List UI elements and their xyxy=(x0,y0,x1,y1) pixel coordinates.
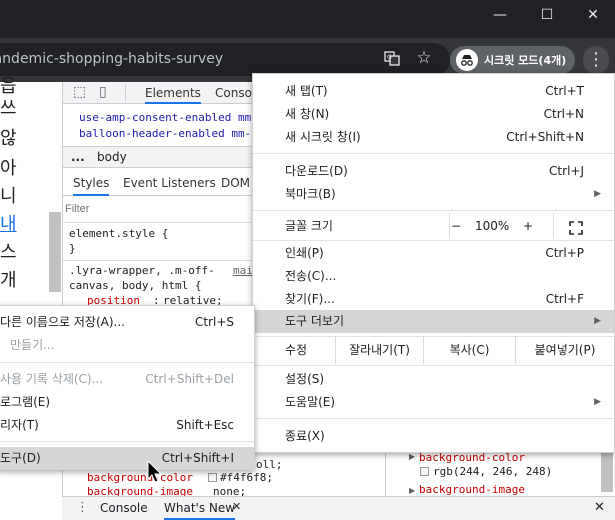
incognito-indicator[interactable]: 시크릿 모드(4개) xyxy=(450,46,575,74)
computed-property[interactable]: background-image xyxy=(419,482,525,497)
tab-styles[interactable]: Styles xyxy=(73,170,110,196)
zoom-level: 100% xyxy=(475,219,510,233)
menu-item-new-tab[interactable]: 새 탭(T) Ctrl+T xyxy=(253,80,614,103)
close-window-button[interactable]: ✕ xyxy=(570,0,615,30)
drawer-tab-console[interactable]: Console xyxy=(100,501,148,515)
color-swatch[interactable] xyxy=(420,467,429,476)
breadcrumb-ellipsis[interactable]: ... xyxy=(71,150,85,164)
color-swatch[interactable] xyxy=(208,473,217,482)
page-text: 않 xyxy=(0,128,17,149)
breadcrumb-body[interactable]: body xyxy=(97,150,127,164)
css-rule-selector[interactable]: .lyra-wrapper, .m-off- xyxy=(69,263,215,278)
html-line[interactable]: use-amp-consent-enabled mm xyxy=(79,110,251,125)
menu-separator xyxy=(253,418,614,419)
css-value[interactable]: #f4f6f8; xyxy=(220,470,273,485)
menu-item-find[interactable]: 찾기(F)... Ctrl+F xyxy=(253,288,614,311)
menu-item-bookmarks[interactable]: 북마크(B) ▶ xyxy=(253,183,614,206)
submenu-item-task-manager[interactable]: 리자(T) Shift+Esc xyxy=(0,414,254,437)
more-tools-submenu: 다른 이름으로 저장(A)... Ctrl+S 만들기... 사용 기록 삭제(C… xyxy=(0,305,255,470)
menu-item-settings[interactable]: 설정(S) xyxy=(253,368,614,391)
expand-arrow-icon[interactable]: ▶ xyxy=(409,486,415,495)
close-drawer-icon[interactable]: ✕ xyxy=(594,500,605,515)
computed-scrollbar[interactable] xyxy=(601,452,613,492)
submenu-arrow-icon: ▶ xyxy=(594,316,601,326)
submenu-item-extensions[interactable]: 로그램(E) xyxy=(0,391,254,414)
cut-button[interactable]: 잘라내기(T) xyxy=(335,337,423,364)
devtools-drawer: ⋮ Console What's New ✕ ✕ xyxy=(62,496,615,520)
drawer-tab-whats-new[interactable]: What's New xyxy=(164,501,236,520)
menu-item-new-incognito[interactable]: 새 시크릿 창(I) Ctrl+Shift+N xyxy=(253,126,614,149)
page-text: 스 xyxy=(0,242,17,263)
incognito-label: 시크릿 모드(4개) xyxy=(484,54,567,67)
edit-label: 수정 xyxy=(285,343,308,357)
close-tab-icon[interactable]: ✕ xyxy=(232,500,241,513)
translate-icon[interactable]: G xyxy=(382,50,402,70)
tab-event-listeners[interactable]: Event Listeners xyxy=(123,170,216,196)
submenu-arrow-icon: ▶ xyxy=(594,397,601,407)
page-text: 개 xyxy=(0,270,17,291)
incognito-icon xyxy=(456,49,478,71)
divider xyxy=(125,84,126,102)
styles-filter-input[interactable] xyxy=(65,200,250,218)
zoom-label: 글꼴 크기 xyxy=(285,219,333,233)
kebab-menu-icon[interactable]: ⋮ xyxy=(583,46,609,74)
tab-elements[interactable]: Elements xyxy=(145,80,201,104)
address-bar[interactable]: /pandemic-shopping-habits-survey G ☆ xyxy=(0,43,450,76)
minimize-button[interactable]: — xyxy=(477,0,523,30)
menu-separator xyxy=(253,365,614,366)
css-rule-selector[interactable]: canvas, body, html { xyxy=(69,278,201,293)
menu-item-help[interactable]: 도움말(E) ▶ xyxy=(253,391,614,414)
menu-separator xyxy=(0,441,254,442)
css-source-link[interactable]: mai xyxy=(233,263,253,278)
divider xyxy=(63,260,253,261)
submenu-item-save-as[interactable]: 다른 이름으로 저장(A)... Ctrl+S xyxy=(0,311,254,334)
css-property[interactable]: background-color xyxy=(87,470,193,485)
menu-item-downloads[interactable]: 다운로드(D) Ctrl+J xyxy=(253,160,614,183)
url-text[interactable]: /pandemic-shopping-habits-survey xyxy=(0,51,223,67)
zoom-row: 글꼴 크기 − 100% + xyxy=(253,213,614,239)
menu-item-exit[interactable]: 종료(X) xyxy=(253,425,614,448)
menu-separator xyxy=(0,362,254,363)
maximize-button[interactable]: ☐ xyxy=(524,0,570,30)
edit-row: 수정 잘라내기(T) 복사(C) 붙여넣기(P) xyxy=(253,337,614,364)
expand-arrow-icon[interactable]: ▶ xyxy=(409,452,415,461)
css-rule-close: } xyxy=(69,242,76,255)
tab-dom[interactable]: DOM xyxy=(221,170,250,196)
star-icon[interactable]: ☆ xyxy=(414,48,434,68)
menu-separator xyxy=(253,153,614,154)
page-text: 니 xyxy=(0,186,17,207)
chrome-main-menu: 새 탭(T) Ctrl+T 새 창(N) Ctrl+N 새 시크릿 창(I) Ctrl… xyxy=(252,73,615,453)
copy-button[interactable]: 복사(C) xyxy=(423,337,515,364)
drawer-menu-icon[interactable]: ⋮ xyxy=(76,500,89,515)
title-bar: — ☐ ✕ xyxy=(0,0,615,38)
paste-button[interactable]: 붙여넣기(P) xyxy=(515,337,614,364)
zoom-in-button[interactable]: + xyxy=(523,213,533,239)
menu-item-print[interactable]: 인쇄(P) Ctrl+P xyxy=(253,242,614,265)
cursor-icon xyxy=(146,459,166,484)
page-text: 쓰 xyxy=(0,98,17,119)
page-scrollbar[interactable] xyxy=(49,212,61,292)
submenu-arrow-icon: ▶ xyxy=(594,189,601,199)
divider xyxy=(63,222,253,223)
menu-separator xyxy=(253,240,614,241)
page-text: 아 xyxy=(0,158,17,179)
fullscreen-icon[interactable] xyxy=(569,218,583,235)
menu-item-more-tools[interactable]: 도구 더보기 ▶ xyxy=(253,310,614,333)
inspect-icon[interactable]: ⬚ xyxy=(73,84,86,100)
html-line[interactable]: balloon-header-enabled mm- xyxy=(79,126,251,141)
css-rule-selector[interactable]: element.style { xyxy=(69,226,168,241)
submenu-item-clear-history[interactable]: 사용 기록 삭제(C)... Ctrl+Shift+Del xyxy=(0,368,254,391)
submenu-item-create-shortcut[interactable]: 만들기... xyxy=(0,334,254,357)
menu-separator xyxy=(253,210,614,211)
page-link[interactable]: 내 xyxy=(0,210,22,236)
menu-item-new-window[interactable]: 새 창(N) Ctrl+N xyxy=(253,103,614,126)
svg-text:G: G xyxy=(387,54,392,61)
computed-value: rgb(244, 246, 248) xyxy=(433,465,553,478)
device-toolbar-icon[interactable]: ▯ xyxy=(99,84,107,100)
zoom-out-button[interactable]: − xyxy=(451,213,461,239)
menu-item-cast[interactable]: 전송(C)... xyxy=(253,265,614,288)
submenu-item-developer-tools[interactable]: 도구(D) Ctrl+Shift+I xyxy=(0,447,254,470)
